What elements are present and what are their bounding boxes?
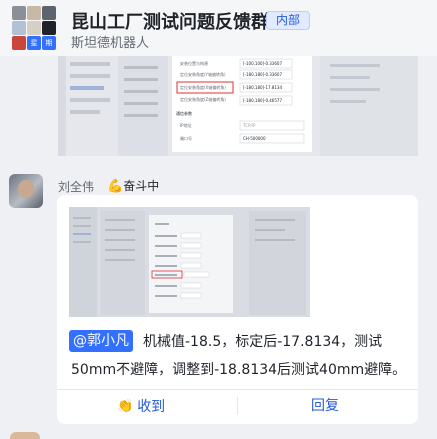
avatar-cell [12,6,26,20]
muscle-icon: 💪 [107,179,124,194]
settings-row-label: 端口号 [180,135,192,141]
settings-row-range: [-100,100] [243,61,265,66]
settings-screenshot-image: 安装位置与构建 [-100,100] -0.33607 定位安装角度(Y轴偏转角… [58,56,418,156]
settings-row-range: [-180,180] [243,72,265,77]
reply-button[interactable]: 回复 [311,396,339,416]
avatar-cell [27,6,41,20]
message-text-line2: 50mm不避障，调整到-18.8134后测试40mm避障。 [71,362,407,378]
settings-row-range: [-180,180] [243,85,265,90]
sender-status-text: 奋斗中 [123,179,160,193]
chat-subtitle[interactable]: 斯坦德机器人 [71,32,149,51]
avatar-cell [42,6,56,20]
avatar-cell [27,21,41,35]
next-message-avatar[interactable] [10,432,40,439]
settings-row-label-highlighted: 定位安装角度(X轴偏转角) [180,84,226,90]
avatar-cell [42,21,56,35]
sender-status: 💪奋斗中 [107,177,159,194]
settings-row-value: -0.33607 [264,61,282,66]
avatar-cell [12,36,26,50]
avatar-cell-text: 星 [27,36,41,50]
message-text-line1: 机械值-18.5，标定后-17.8134，测试 [143,334,383,350]
settings-row-value: -0.46577 [264,98,282,103]
avatar-cell [12,21,26,35]
settings-row-value: -0.33607 [264,72,282,77]
mention-tag[interactable]: @郭小凡 [69,330,133,352]
received-button[interactable]: 👏 收到 [117,396,165,416]
card-divider [57,389,418,390]
chat-title[interactable]: 昆山工厂测试问题反馈群 [71,8,269,34]
settings-row-range: [-180,180] [243,98,265,103]
settings-row-value: -17.8134 [264,85,282,90]
internal-badge: 内部 [266,11,311,30]
previous-message-screenshot[interactable]: 安装位置与构建 [-100,100] -0.33607 定位安装角度(Y轴偏转角… [58,56,418,156]
settings-row-label: 安装位置与构建 [180,60,208,66]
sender-avatar[interactable] [9,174,43,208]
settings-row-label: 定位安装角度(Y轴偏转角) [180,71,226,77]
settings-row-label: IP地址 [180,122,192,128]
message-card: @郭小凡 机械值-18.5，标定后-17.8134，测试 50mm不避障，调整到… [57,195,418,424]
received-button-label: 收到 [137,399,166,415]
sender-name[interactable]: 刘全伟 [58,178,94,195]
settings-row-label: 定位安装角度(Z轴偏转角) [180,96,226,102]
settings-section-label: 通信参数 [176,110,192,116]
settings-screenshot-thumbnail [69,207,310,317]
clap-icon: 👏 [117,398,134,414]
message-screenshot[interactable] [69,207,310,317]
group-avatar[interactable]: 星 期 [12,6,56,50]
settings-row-value: CH-500000 [243,136,266,141]
action-divider [237,397,238,415]
chat-header: 星 期 昆山工厂测试问题反馈群 内部 斯坦德机器人 [0,0,437,56]
settings-row-value: TCP/IP [242,123,256,128]
avatar-cell-text: 期 [42,36,56,50]
